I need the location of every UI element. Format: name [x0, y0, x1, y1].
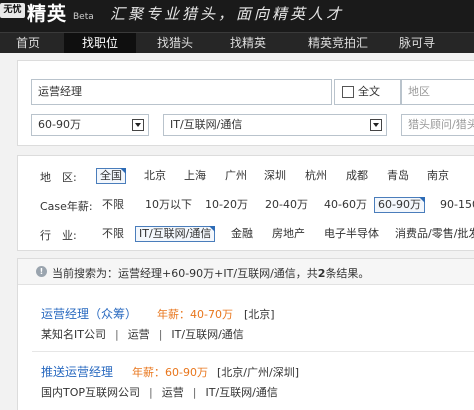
industry-option-finance[interactable]: 金融: [231, 227, 253, 243]
area-option-shanghai[interactable]: 上海: [184, 169, 206, 185]
job-meta: 某知名IT公司 | 运营 | IT/互联网/通信: [41, 326, 244, 342]
meta-separator: |: [158, 328, 163, 341]
industry-option-it[interactable]: IT/互联网/通信: [135, 226, 216, 242]
results-panel: ! 当前搜索为：运营经理+60-90万+IT/互联网/通信，共2条结果。 运营经…: [17, 258, 474, 410]
industry-option-consumer[interactable]: 消费品/零售/批发: [395, 227, 474, 243]
industry-select-value: IT/互联网/通信: [170, 118, 243, 131]
meta-separator: |: [192, 386, 197, 399]
job-industry: IT/互联网/通信: [171, 328, 244, 341]
job-function: 运营: [127, 328, 150, 341]
job-company: 某知名IT公司: [41, 328, 106, 341]
area-option-hangzhou[interactable]: 杭州: [305, 169, 327, 185]
job-title-link[interactable]: 推送运营经理: [41, 363, 113, 380]
meta-separator: |: [114, 328, 119, 341]
fulltext-toggle[interactable]: 全文: [334, 79, 401, 105]
salary-option-60-90[interactable]: 60-90万: [374, 197, 425, 213]
nav-home[interactable]: 首页: [8, 33, 48, 53]
industry-option-semiconductor[interactable]: 电子半导体: [324, 227, 379, 243]
area-option-shenzhen[interactable]: 深圳: [264, 169, 286, 185]
keyword-input[interactable]: 运营经理: [31, 79, 332, 105]
summary-text: 当前搜索为：运营经理+60-90万+IT/互联网/通信，共2条结果。: [52, 265, 369, 281]
industry-filter-label: 行 业:: [40, 229, 77, 242]
salary-select-value: 60-90万: [38, 118, 81, 131]
summary-prefix: 当前搜索为：运营经理+60-90万+IT/互联网/通信，共: [52, 267, 318, 280]
area-input[interactable]: 地区: [401, 79, 474, 105]
job-industry: IT/互联网/通信: [205, 386, 278, 399]
salary-select[interactable]: 60-90万: [31, 114, 149, 136]
area-option-guangzhou[interactable]: 广州: [225, 169, 247, 185]
search-summary: ! 当前搜索为：运营经理+60-90万+IT/互联网/通信，共2条结果。: [18, 259, 474, 285]
salary-option-20-40[interactable]: 20-40万: [265, 198, 308, 214]
beta-label: Beta: [73, 12, 94, 22]
job-salary: 年薪：60-90万: [132, 366, 208, 379]
job-meta: 国内TOP互联网公司 | 运营 | IT/互联网/通信: [41, 384, 278, 400]
area-filter-label: 地 区:: [40, 171, 77, 184]
nav-maikexun[interactable]: 脉可寻: [392, 33, 442, 53]
salary-filter-label: Case年薪:: [40, 200, 93, 213]
job-function: 运营: [161, 386, 184, 399]
info-icon: !: [36, 266, 47, 277]
nav-elite-auction[interactable]: 精英竞拍汇: [296, 33, 380, 53]
main-nav: 首页 找职位 找猎头 找精英 精英竞拍汇 脉可寻: [0, 32, 474, 53]
fulltext-checkbox[interactable]: [342, 86, 354, 98]
nav-find-jobs[interactable]: 找职位: [64, 33, 136, 53]
job-location: [北京]: [244, 308, 275, 321]
industry-option-any[interactable]: 不限: [102, 227, 124, 243]
area-option-qingdao[interactable]: 青岛: [387, 169, 409, 185]
nav-find-elites[interactable]: 找精英: [220, 33, 276, 53]
meta-separator: |: [149, 386, 153, 399]
logo-badge[interactable]: 无忧: [0, 3, 25, 18]
job-title-link[interactable]: 运营经理（众筹）: [41, 305, 137, 322]
chevron-down-icon[interactable]: [370, 119, 382, 131]
headhunter-input[interactable]: 猎头顾问/猎头: [401, 114, 474, 136]
summary-suffix: 条结果。: [325, 267, 370, 280]
site-slogan: 汇聚专业猎头，面向精英人才: [110, 5, 345, 23]
search-panel: 运营经理 全文 地区 60-90万 IT/互联网/通信 猎头顾问/猎头: [17, 60, 474, 146]
chevron-down-icon[interactable]: [132, 119, 144, 131]
salary-option-40-60[interactable]: 40-60万: [324, 198, 367, 214]
area-option-all[interactable]: 全国: [96, 168, 126, 184]
salary-option-90-150[interactable]: 90-150: [440, 198, 474, 214]
job-location: [北京/广州/深圳]: [217, 366, 299, 379]
site-header: 无忧 精英 Beta 汇聚专业猎头，面向精英人才: [0, 0, 474, 32]
salary-option-10-20[interactable]: 10-20万: [205, 198, 248, 214]
industry-select[interactable]: IT/互联网/通信: [163, 114, 387, 136]
nav-find-headhunters[interactable]: 找猎头: [147, 33, 203, 53]
site-logo[interactable]: 精英: [27, 0, 67, 26]
salary-option-any[interactable]: 不限: [102, 198, 124, 214]
job-salary: 年薪：40-70万: [157, 308, 233, 321]
industry-option-real-estate[interactable]: 房地产: [272, 227, 305, 243]
area-option-chengdu[interactable]: 成都: [346, 169, 368, 185]
area-option-nanjing[interactable]: 南京: [427, 169, 449, 185]
fulltext-label: 全文: [358, 85, 380, 98]
result-divider: [32, 351, 474, 352]
area-option-beijing[interactable]: 北京: [144, 169, 166, 185]
job-company: 国内TOP互联网公司: [41, 386, 141, 399]
filter-panel: 地 区: 全国 北京 上海 广州 深圳 杭州 成都 青岛 南京 Case年薪: …: [17, 155, 474, 251]
salary-option-under-10[interactable]: 10万以下: [145, 198, 192, 214]
